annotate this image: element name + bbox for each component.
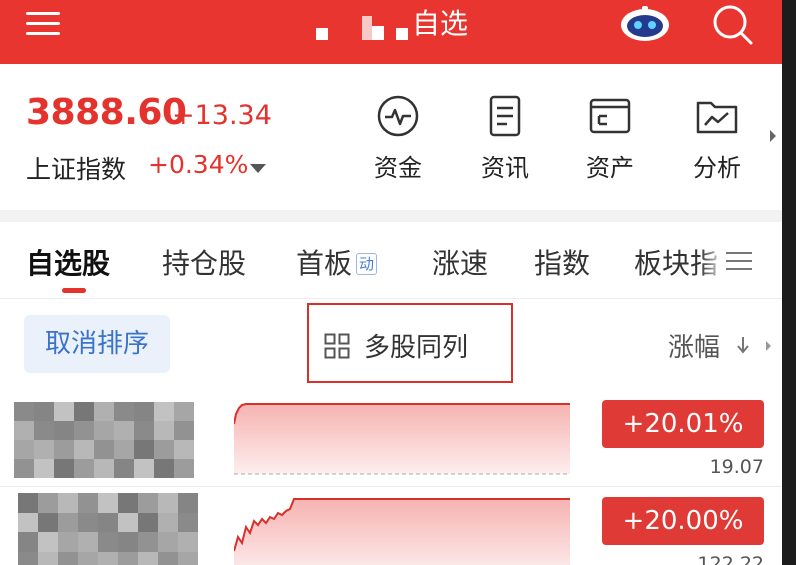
change-pct-badge[interactable]: +20.01%: [602, 400, 764, 448]
tab-fade: [700, 234, 726, 284]
last-price: 122.22: [697, 553, 764, 565]
quick-link-label: 资产: [586, 154, 634, 182]
index-value: 3888.60: [26, 92, 187, 133]
tab-index[interactable]: 指数: [534, 242, 590, 282]
page-title-text: 自选: [412, 7, 469, 40]
screen-edge: [782, 0, 796, 565]
tab-badge: 动: [356, 253, 378, 275]
active-tab-indicator: [62, 288, 86, 293]
tab-holdings[interactable]: 持仓股: [162, 242, 246, 282]
index-name: 上证指数: [26, 155, 127, 184]
wallet-icon: [589, 98, 631, 134]
quick-link-assets[interactable]: 资产: [570, 94, 650, 183]
quick-link-news[interactable]: 资讯: [465, 94, 545, 183]
cancel-sort-button[interactable]: 取消排序: [24, 315, 170, 373]
menu-icon[interactable]: [26, 6, 62, 36]
tab-first-limit-up[interactable]: 首板动: [296, 242, 378, 282]
index-change: +13.34: [172, 100, 272, 131]
intraday-sparkline: [234, 498, 570, 565]
tab-speed[interactable]: 涨速: [432, 242, 488, 282]
tab-label: 首板: [296, 247, 353, 280]
news-icon: [489, 95, 521, 137]
tab-watchlist[interactable]: 自选股: [26, 242, 110, 282]
obscured-stock-name: [14, 402, 194, 478]
chevron-right-icon[interactable]: [766, 341, 771, 351]
quick-link-analysis[interactable]: 分析: [677, 94, 757, 183]
intraday-sparkline: [234, 403, 570, 475]
analysis-icon: [696, 101, 738, 134]
grid-icon[interactable]: [324, 333, 350, 359]
change-pct-badge[interactable]: +20.00%: [602, 497, 764, 545]
stock-row[interactable]: +20.00% 122.22: [0, 487, 782, 565]
sort-down-icon[interactable]: [736, 335, 750, 355]
fund-flow-icon: [377, 95, 419, 137]
tab-bar: 自选股 持仓股 首板动 涨速 指数 板块指: [0, 222, 782, 298]
sort-column-header[interactable]: 涨幅: [668, 327, 720, 364]
top-bar: 自选: [0, 0, 782, 64]
obscured-title-prefix: [300, 2, 408, 42]
obscured-stock-name: [18, 493, 198, 565]
caret-down-icon[interactable]: [250, 164, 266, 173]
last-price: 19.07: [709, 456, 764, 478]
list-toolbar: 取消排序 多股同列 涨幅: [0, 299, 782, 389]
search-icon[interactable]: [710, 2, 754, 46]
index-summary[interactable]: 3888.60 +13.34 上证指数 +0.34% 资金 资讯 资产 分析: [0, 64, 782, 214]
section-gap: [0, 210, 782, 222]
quick-link-fund[interactable]: 资金: [358, 94, 438, 183]
index-change-pct: +0.34%: [148, 150, 249, 179]
quick-link-label: 分析: [693, 154, 741, 182]
tabs-menu-icon[interactable]: [726, 250, 752, 272]
app-screen: 自选 3888.60 +13.34 上证指数 +0.34% 资金 资讯 资产 分…: [0, 0, 782, 565]
stock-row[interactable]: +20.01% 19.07: [0, 392, 782, 482]
quick-link-label: 资金: [374, 154, 422, 182]
robot-icon[interactable]: [616, 4, 674, 44]
chevron-right-icon[interactable]: [770, 130, 776, 142]
quick-link-label: 资讯: [481, 154, 529, 182]
multi-stock-button[interactable]: 多股同列: [364, 327, 468, 364]
page-title[interactable]: 自选: [300, 2, 468, 42]
